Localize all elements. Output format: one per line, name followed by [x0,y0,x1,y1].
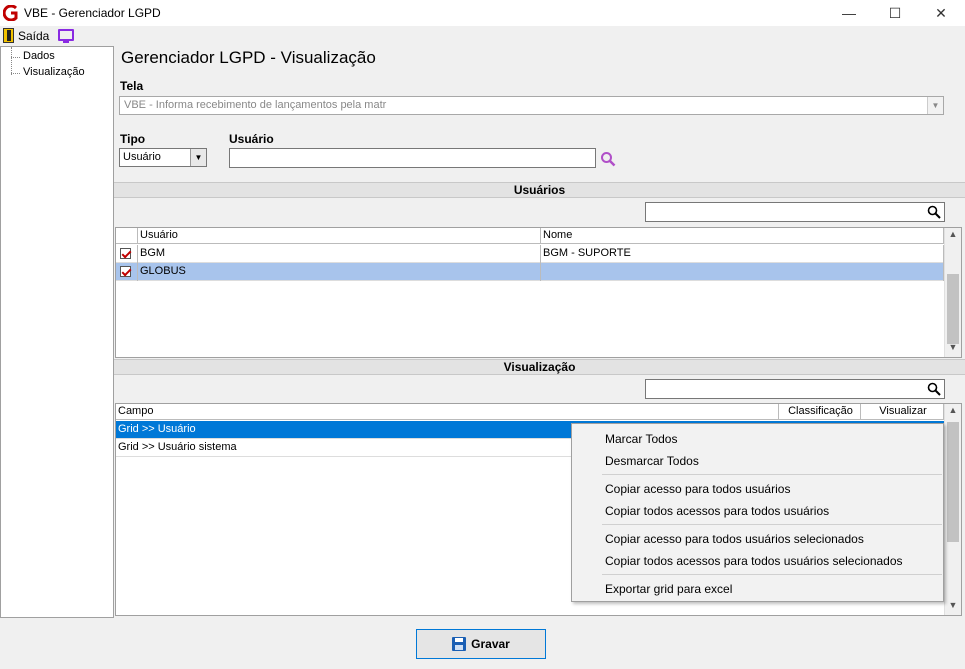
context-menu: Marcar Todos Desmarcar Todos Copiar aces… [571,423,944,602]
visualizacao-filter-input[interactable] [645,379,945,399]
tela-select-value: VBE - Informa recebimento de lançamentos… [124,99,387,111]
tipo-select-value: Usuário [123,151,161,163]
usuarios-section-header: Usuários [114,182,965,198]
scroll-thumb[interactable] [947,422,959,542]
scroll-down-icon[interactable]: ▼ [945,600,961,614]
table-row[interactable]: BGM BGM - SUPORTE [116,245,944,263]
column-header-visualizar[interactable]: Visualizar [861,404,944,420]
cell-usuario: GLOBUS [138,263,541,281]
visualizacao-section-header: Visualização [114,359,965,375]
save-button-label: Gravar [471,637,510,651]
title-bar: VBE - Gerenciador LGPD — ☐ ✕ [0,0,965,26]
row-checkbox-cell [116,245,138,263]
scroll-down-icon[interactable]: ▼ [945,342,961,356]
search-icon[interactable] [600,151,616,167]
save-disk-icon [452,637,467,651]
menu-separator [602,474,942,475]
usuarios-grid-header: Usuário Nome [116,228,961,244]
footer-bar: Gravar [0,618,965,669]
menu-separator [602,524,942,525]
maximize-icon: ☐ [888,4,902,21]
page-title: Gerenciador LGPD - Visualização [121,48,376,67]
usuarios-scrollbar[interactable]: ▲ ▼ [944,228,961,357]
tela-label: Tela [120,79,144,93]
tipo-select[interactable]: Usuário ▼ [119,148,207,167]
tela-select[interactable]: VBE - Informa recebimento de lançamentos… [119,96,944,115]
column-header-nome[interactable]: Nome [541,228,944,244]
visualizacao-scrollbar[interactable]: ▲ ▼ [944,404,961,615]
navigation-tree: Dados Visualização [0,46,114,618]
menu-item-copiar-acesso-selecionados[interactable]: Copiar acesso para todos usuários seleci… [605,532,864,546]
cell-nome [541,263,944,281]
chevron-down-icon[interactable]: ▼ [190,149,206,166]
maximize-button[interactable]: ☐ [872,0,918,26]
menu-item-copiar-acesso-todos[interactable]: Copiar acesso para todos usuários [605,482,790,496]
close-button[interactable]: ✕ [918,0,964,26]
column-header-classificacao[interactable]: Classificação [779,404,861,420]
menu-item-exportar-excel[interactable]: Exportar grid para excel [605,582,732,596]
exit-button[interactable]: Saída [18,29,49,43]
search-icon[interactable] [927,205,941,219]
visualizacao-grid-header: Campo Classificação Visualizar [116,404,961,420]
monitor-icon[interactable] [58,29,74,43]
scroll-up-icon[interactable]: ▲ [945,229,961,243]
tree-item-visualizacao[interactable]: Visualização [11,66,85,78]
cell-usuario: BGM [138,245,541,263]
row-checkbox-cell [116,263,138,281]
menu-item-desmarcar-todos[interactable]: Desmarcar Todos [605,454,699,468]
row-checkbox[interactable] [120,248,131,259]
save-button[interactable]: Gravar [416,629,546,659]
menu-item-copiar-todos-acessos-selecionados[interactable]: Copiar todos acessos para todos usuários… [605,554,903,568]
chevron-down-icon[interactable]: ▼ [927,97,943,114]
minimize-icon: — [842,5,856,21]
menu-separator [602,574,942,575]
toolbar: Saída [0,26,965,46]
row-checkbox[interactable] [120,266,131,277]
scroll-up-icon[interactable]: ▲ [945,405,961,419]
usuario-input[interactable] [229,148,596,168]
scroll-thumb[interactable] [947,274,959,344]
table-row[interactable]: GLOBUS [116,263,944,281]
checkbox-column-header [116,228,138,244]
exit-door-icon[interactable] [3,28,14,43]
usuarios-filter-input[interactable] [645,202,945,222]
tipo-label: Tipo [120,132,146,146]
usuarios-grid: Usuário Nome BGM BGM - SUPORTE GLOBUS ▲ … [115,227,962,358]
tree-item-dados[interactable]: Dados [11,50,55,62]
search-icon[interactable] [927,382,941,396]
menu-item-copiar-todos-acessos[interactable]: Copiar todos acessos para todos usuários [605,504,829,518]
menu-item-marcar-todos[interactable]: Marcar Todos [605,432,677,446]
minimize-button[interactable]: — [826,0,872,26]
app-logo-icon [3,5,18,21]
close-icon: ✕ [935,4,947,21]
window-title: VBE - Gerenciador LGPD [24,6,161,20]
usuario-label: Usuário [229,132,274,146]
cell-nome: BGM - SUPORTE [541,245,944,263]
column-header-usuario[interactable]: Usuário [138,228,541,244]
column-header-campo[interactable]: Campo [116,404,779,420]
